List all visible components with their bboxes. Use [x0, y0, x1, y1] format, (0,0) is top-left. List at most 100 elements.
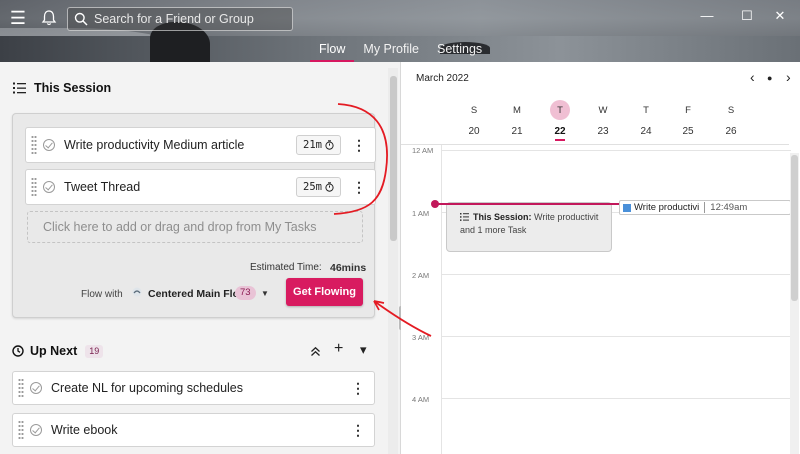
day-name: M: [513, 105, 521, 116]
calendar-next-button[interactable]: ›: [786, 69, 791, 85]
this-session-title: This Session: [34, 81, 112, 95]
main-tabs: Flow My Profile Settings: [310, 42, 491, 62]
minimize-button[interactable]: —: [697, 8, 717, 24]
close-button[interactable]: ✕: [770, 8, 790, 24]
calendar-scrollbar[interactable]: [790, 153, 799, 454]
hour-line: [441, 336, 791, 337]
hour-label: 12 AM: [412, 146, 434, 155]
today-underline: [555, 139, 565, 141]
hour-line: [441, 398, 791, 399]
mini-event-time: 12:49am: [710, 202, 748, 213]
up-next-count-badge: 19: [85, 344, 104, 358]
timer-icon: [325, 140, 334, 150]
tab-settings[interactable]: Settings: [428, 42, 491, 62]
up-next-dropdown-icon[interactable]: ▾: [360, 342, 367, 358]
event-title: This Session:: [473, 212, 532, 222]
day-number[interactable]: 20: [464, 126, 484, 137]
up-next-title: Up Next: [30, 344, 78, 358]
add-task-drop-zone[interactable]: Click here to add or drag and drop from …: [27, 211, 363, 243]
task-checkbox[interactable]: [43, 139, 55, 151]
mini-event-title: Write productivi: [634, 202, 700, 213]
left-scrollbar[interactable]: [388, 68, 398, 454]
calendar-scrollbar-thumb[interactable]: [791, 155, 798, 301]
task-more-icon[interactable]: ⋮: [348, 380, 368, 397]
flow-dropdown-icon[interactable]: ▼: [261, 289, 269, 298]
drop-zone-text: Click here to add or drag and drop from …: [43, 220, 317, 234]
hour-label: 4 AM: [412, 395, 430, 404]
calendar-pane: March 2022 ‹ ● › S M T W T F S 20 21 22 …: [401, 62, 800, 454]
up-next-task[interactable]: Create NL for upcoming schedules ⋮: [12, 371, 375, 405]
list-icon: [13, 82, 26, 94]
left-scrollbar-thumb[interactable]: [390, 76, 397, 241]
task-checkbox[interactable]: [30, 382, 42, 394]
calendar-month: March 2022: [416, 73, 469, 84]
day-name: S: [727, 105, 735, 116]
drag-handle-icon[interactable]: [31, 135, 37, 155]
calendar-header-divider: [401, 144, 789, 145]
day-number[interactable]: 21: [507, 126, 527, 137]
task-more-icon[interactable]: ⋮: [349, 137, 369, 154]
estimated-time-value: 46mins: [330, 262, 367, 274]
hamburger-menu-icon[interactable]: ☰: [8, 8, 28, 28]
day-name: T: [557, 105, 563, 116]
task-time-value: 25m: [303, 181, 322, 193]
day-name: T: [643, 105, 649, 116]
hour-label: 2 AM: [412, 271, 430, 280]
hour-label: 1 AM: [412, 209, 430, 218]
event-line2: and 1 more Task: [460, 225, 527, 235]
task-time-chip[interactable]: 25m: [296, 177, 341, 197]
task-title: Write productivity Medium article: [64, 138, 245, 152]
day-number[interactable]: 23: [593, 126, 613, 137]
day-name: S: [470, 105, 478, 116]
calendar-prev-button[interactable]: ‹: [750, 69, 755, 85]
hour-label: 3 AM: [412, 333, 430, 342]
hour-line: [441, 150, 791, 151]
task-more-icon[interactable]: ⋮: [348, 422, 368, 439]
timer-icon: [325, 182, 334, 192]
session-task[interactable]: Write productivity Medium article 21m ⋮: [25, 127, 376, 163]
collapse-all-icon[interactable]: [310, 346, 321, 357]
flow-name[interactable]: Centered Main Flow: [148, 288, 247, 300]
mini-event-separator: [704, 202, 706, 213]
flow-with-label: Flow with: [81, 289, 123, 300]
day-number-today[interactable]: 22: [550, 126, 570, 137]
clock-icon: [12, 345, 24, 357]
drag-handle-icon[interactable]: [18, 420, 24, 440]
get-flowing-button[interactable]: Get Flowing: [286, 278, 363, 306]
drag-handle-icon[interactable]: [31, 177, 37, 197]
event-line1: Write productivit: [534, 212, 599, 222]
search-icon: [74, 12, 88, 26]
day-number[interactable]: 25: [678, 126, 698, 137]
session-calendar-event[interactable]: This Session: Write productivit and 1 mo…: [446, 202, 612, 252]
task-time-value: 21m: [303, 139, 322, 151]
task-checkbox[interactable]: [43, 181, 55, 193]
day-number[interactable]: 26: [721, 126, 741, 137]
up-next-task[interactable]: Write ebook ⋮: [12, 413, 375, 447]
session-task[interactable]: Tweet Thread 25m ⋮: [25, 169, 376, 205]
task-more-icon[interactable]: ⋮: [349, 179, 369, 196]
task-checkbox[interactable]: [30, 424, 42, 436]
search-placeholder: Search for a Friend or Group: [94, 12, 254, 26]
day-name: F: [685, 105, 691, 116]
drag-handle-icon[interactable]: [18, 378, 24, 398]
calendar-today-button[interactable]: ●: [767, 73, 772, 83]
this-session-header: This Session: [13, 81, 111, 95]
task-time-chip[interactable]: 21m: [296, 135, 341, 155]
task-title: Tweet Thread: [64, 180, 141, 194]
maximize-button[interactable]: ☐: [737, 8, 757, 24]
current-time-dot: [431, 200, 439, 208]
day-number[interactable]: 24: [636, 126, 656, 137]
search-input[interactable]: Search for a Friend or Group: [67, 7, 293, 31]
task-title: Write ebook: [51, 423, 118, 437]
flow-count-badge: 73: [235, 286, 256, 300]
calendar-app-icon: [623, 203, 631, 212]
add-task-button[interactable]: +: [334, 340, 343, 358]
mini-calendar-event[interactable]: Write productivi 12:49am: [619, 200, 791, 215]
tab-my-profile[interactable]: My Profile: [354, 42, 428, 62]
flow-avatar-icon: [132, 287, 142, 297]
app-header: ☰ Search for a Friend or Group — ☐ ✕ Flo…: [0, 0, 800, 62]
bell-icon[interactable]: [40, 9, 58, 27]
tab-flow[interactable]: Flow: [310, 42, 355, 62]
hour-line: [441, 274, 791, 275]
task-title: Create NL for upcoming schedules: [51, 381, 243, 395]
